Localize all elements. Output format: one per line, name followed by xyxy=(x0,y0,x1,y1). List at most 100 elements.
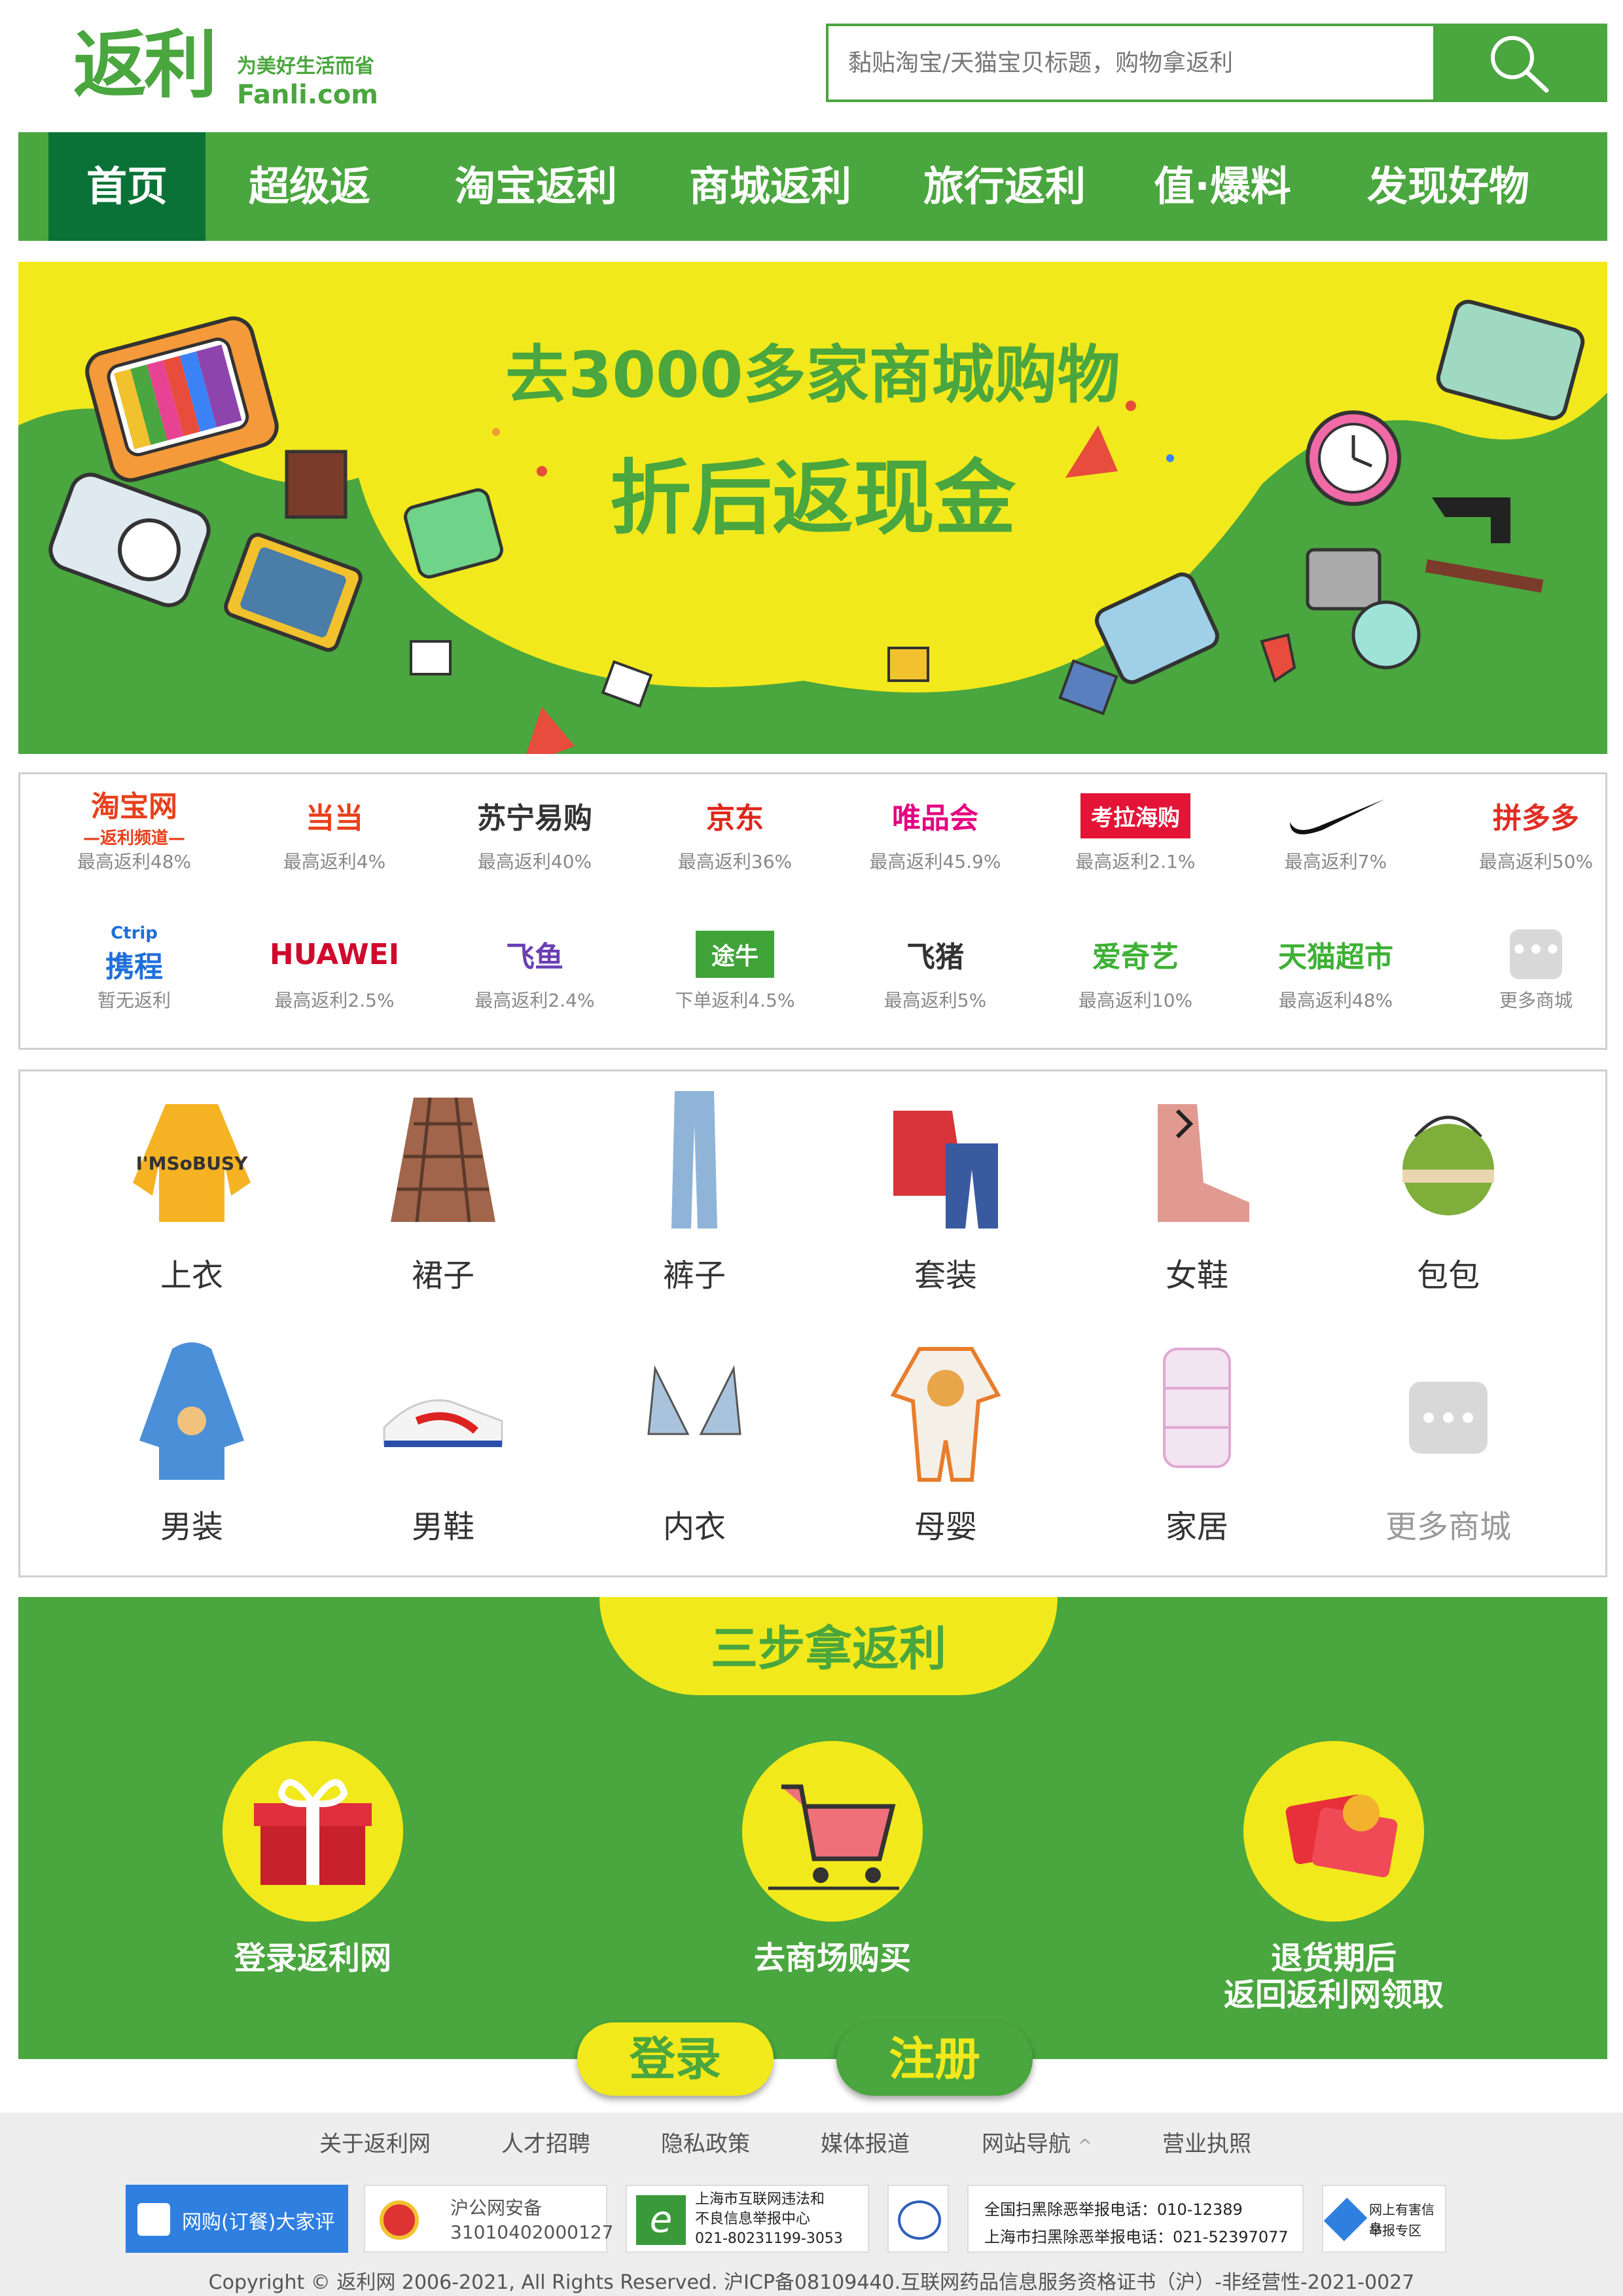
merchant-nike[interactable]: 最高返利7% xyxy=(1244,786,1427,884)
footer-link-about[interactable]: 关于返利网 xyxy=(319,2126,431,2158)
merchant-ctrip[interactable]: Ctrip 携程 暂无返利 xyxy=(43,924,226,1023)
nav-home[interactable]: 首页 xyxy=(48,132,205,241)
merchant-kaola[interactable]: 考拉海购 最高返利2.1% xyxy=(1044,786,1227,884)
banner-headline: 去3000多家商城购物 xyxy=(505,338,1120,412)
promo-banner[interactable]: 去3000多家商城购物 折后返现金 xyxy=(18,262,1607,754)
register-button[interactable]: 注册 xyxy=(836,2022,1033,2096)
merchant-suning[interactable]: 苏宁易购 最高返利40% xyxy=(443,786,626,884)
merchant-fliggy[interactable]: 飞猪 最高返利5% xyxy=(844,925,1027,1023)
category-bags[interactable]: 包包 xyxy=(1350,1085,1546,1300)
category-pants[interactable]: 裤子 xyxy=(596,1085,793,1300)
merchant-rebate-rate: 更多商城 xyxy=(1499,990,1573,1011)
merchant-dangdang[interactable]: 当当 最高返利4% xyxy=(243,786,426,884)
category-womens-shoes[interactable]: 女鞋 xyxy=(1099,1085,1295,1300)
merchant-rebate-rate: 下单返利4.5% xyxy=(675,990,795,1011)
merchant-iqiyi[interactable]: 爱奇艺 最高返利10% xyxy=(1044,925,1227,1023)
merchant-pinduoduo[interactable]: 拼多多最高返利50% xyxy=(1444,786,1623,884)
boot-image xyxy=(1158,1104,1249,1222)
search-input[interactable] xyxy=(829,26,1436,99)
banner-subheadline: 折后返现金 xyxy=(609,452,1016,546)
badge-police[interactable]: 沪公网安备 31010402000127 xyxy=(364,2185,613,2253)
login-button[interactable]: 登录 xyxy=(577,2022,774,2096)
category-label: 内衣 xyxy=(662,1509,726,1545)
merchant-rebate-rate: 最高返利7% xyxy=(1284,851,1387,872)
badge-hotline[interactable]: 全国扫黑除恶举报电话：010-12389 上海市扫黑除恶举报电话：021-523… xyxy=(967,2185,1304,2253)
merchant-logo: 拼多多 xyxy=(1444,786,1623,845)
category-baby[interactable]: 母婴 xyxy=(847,1336,1044,1552)
nav-deals[interactable]: 值·爆料 xyxy=(1144,132,1301,241)
cabinet-image xyxy=(1163,1348,1231,1468)
category-more[interactable]: 更多商城 xyxy=(1350,1336,1546,1552)
sitemap-label: 网站导航 xyxy=(982,2131,1071,2157)
merchant-logo xyxy=(1244,786,1427,845)
category-label: 母婴 xyxy=(914,1509,977,1545)
merchant-rebate-rate: 最高返利2.4% xyxy=(474,990,595,1011)
logo-text: 返利 xyxy=(73,23,217,108)
badge-report-center[interactable]: e 上海市互联网违法和 不良信息举报中心 021-80231199-3053 xyxy=(626,2185,869,2253)
category-label: 裤子 xyxy=(662,1257,726,1294)
search-button[interactable] xyxy=(1433,26,1605,99)
category-label: 男鞋 xyxy=(411,1509,474,1545)
merchant-logo: 苏宁易购 xyxy=(443,786,626,845)
merchant-logo: 爱奇艺 xyxy=(1044,925,1227,984)
category-skirts[interactable]: 裙子 xyxy=(345,1085,541,1300)
merchant-vip[interactable]: 唯品会 最高返利45.9% xyxy=(844,786,1027,884)
copyright: Copyright © 返利网 2006-2021, All Rights Re… xyxy=(208,2271,1415,2294)
merchant-logo: ••• xyxy=(1444,925,1623,984)
merchant-huawei[interactable]: HUAWEI 最高返利2.5% xyxy=(243,925,426,1023)
e-report-icon: e xyxy=(636,2195,686,2245)
badge-harmful-info[interactable]: 网上有害信息 举报专区 xyxy=(1322,2185,1446,2253)
merchant-more[interactable]: ••• 更多商城 xyxy=(1444,925,1623,1023)
nav-discover[interactable]: 发现好物 xyxy=(1353,132,1543,241)
merchant-logo: 天猫超市 xyxy=(1244,925,1427,984)
badge-text: 全国扫黑除恶举报电话：010-12389 xyxy=(984,2200,1243,2219)
hoodie-image xyxy=(139,1342,244,1480)
nav-taobao-rebate[interactable]: 淘宝返利 xyxy=(441,132,631,241)
step-label: 去商场购买 xyxy=(753,1940,911,1977)
category-underwear[interactable]: 内衣 xyxy=(596,1336,793,1552)
category-outfits[interactable]: 套装 xyxy=(847,1085,1044,1300)
merchant-jd[interactable]: 京东 最高返利36% xyxy=(643,786,827,884)
step-label: 登录返利网 xyxy=(234,1940,391,1977)
merchant-tmall-supermarket[interactable]: 天猫超市 最高返利48% xyxy=(1244,925,1427,1023)
search-icon xyxy=(1491,36,1549,93)
merchant-logo: 考拉海购 xyxy=(1044,786,1227,845)
category-tops[interactable]: I'MSoBUSY 上衣 xyxy=(94,1085,290,1300)
merchant-tuniu[interactable]: 途牛 下单返利4.5% xyxy=(643,925,827,1023)
merchant-rebate-rate: 最高返利50% xyxy=(1478,851,1594,872)
merchant-name: 拼多多 xyxy=(1493,802,1579,835)
skirt-image xyxy=(391,1097,495,1223)
merchant-logo: 飞鱼 xyxy=(443,925,626,984)
badge-text: 上海市互联网违法和 xyxy=(695,2191,825,2208)
nav-super-rebate[interactable]: 超级返 xyxy=(234,132,385,241)
badge-text: 31010402000127 xyxy=(450,2221,614,2243)
footer-link-sitemap[interactable]: 网站导航 ^ xyxy=(982,2126,1092,2158)
svg-text:I'MSoBUSY: I'MSoBUSY xyxy=(136,1153,249,1174)
category-home[interactable]: 家居 xyxy=(1099,1336,1295,1552)
badge-review[interactable]: 网购(订餐)大家评 xyxy=(126,2185,348,2253)
footer-link-media[interactable]: 媒体报道 xyxy=(821,2126,910,2158)
merchant-name: 爱奇艺 xyxy=(1092,941,1179,974)
report-diamond-icon xyxy=(1323,2197,1368,2242)
merchant-taobao[interactable]: 淘宝网 —返利频道— 最高返利48% xyxy=(43,786,226,884)
nav-travel-rebate[interactable]: 旅行返利 xyxy=(910,132,1099,241)
merchant-feiyu[interactable]: 飞鱼最高返利2.4% xyxy=(443,925,626,1023)
merchant-name: 携程 xyxy=(105,950,163,984)
site-logo[interactable]: 返利 为美好生活而省 Fanli.com xyxy=(73,23,378,111)
category-menswear[interactable]: 男装 xyxy=(94,1336,290,1552)
badge-110[interactable] xyxy=(887,2185,949,2253)
category-mens-shoes[interactable]: 男鞋 xyxy=(345,1336,541,1552)
footer-link-careers[interactable]: 人才招聘 xyxy=(501,2126,590,2158)
search-bar xyxy=(826,24,1607,102)
chevron-up-icon: ^ xyxy=(1077,2136,1092,2156)
step-login: 登录返利网 xyxy=(130,1741,496,1977)
cart-icon xyxy=(742,1741,923,1922)
outfit-image xyxy=(893,1111,998,1229)
pencil-icon xyxy=(137,2203,170,2236)
merchant-logo: 飞猪 xyxy=(844,925,1027,984)
footer-link-privacy[interactable]: 隐私政策 xyxy=(661,2126,750,2158)
nav-mall-rebate[interactable]: 商城返利 xyxy=(675,132,865,241)
step-claim: 退货期后 返回返利网领取 xyxy=(1150,1741,1517,2013)
footer-link-license[interactable]: 营业执照 xyxy=(1162,2126,1251,2158)
merchant-rebate-rate: 最高返利45.9% xyxy=(869,851,1001,872)
